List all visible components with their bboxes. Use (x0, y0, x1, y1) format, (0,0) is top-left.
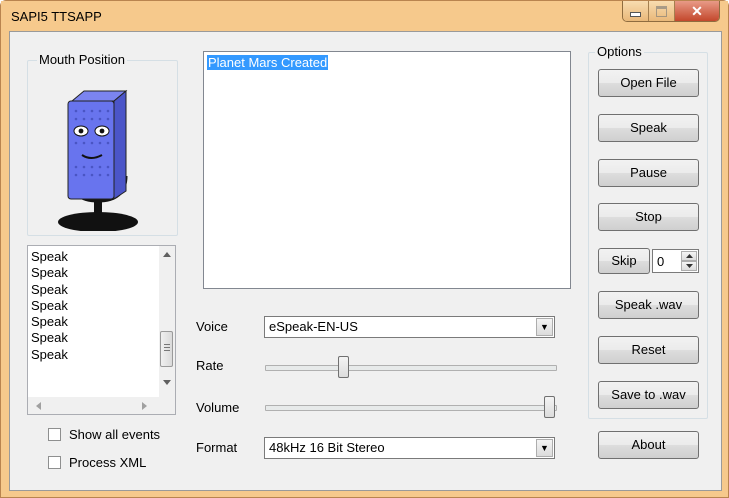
app-window: SAPI5 TTSAPP ✕ Mouth Position Speak Spea… (0, 0, 729, 498)
scroll-left-arrow-icon[interactable] (35, 402, 41, 410)
minimize-button[interactable] (623, 1, 649, 21)
show-all-events-checkbox[interactable] (48, 428, 61, 441)
spin-down-icon (686, 264, 693, 268)
voice-dropdown-arrow-icon[interactable]: ▼ (536, 318, 553, 336)
options-label: Options (595, 44, 644, 59)
open-file-button[interactable]: Open File (598, 69, 699, 97)
minimize-icon (630, 11, 641, 17)
speak-button[interactable]: Speak (598, 114, 699, 142)
process-xml-label[interactable]: Process XML (69, 455, 146, 470)
save-to-wav-button[interactable]: Save to .wav (598, 381, 699, 409)
volume-label: Volume (196, 400, 240, 415)
format-selected-value: 48kHz 16 Bit Stereo (269, 440, 385, 455)
format-dropdown[interactable]: 48kHz 16 Bit Stereo ▼ (264, 437, 555, 459)
close-button[interactable]: ✕ (675, 1, 719, 21)
reset-button[interactable]: Reset (598, 336, 699, 364)
scroll-corner (159, 397, 175, 414)
rate-slider-thumb[interactable] (337, 356, 349, 378)
selected-text: Planet Mars Created (207, 55, 329, 70)
list-item: Speak (31, 281, 68, 297)
list-item: Speak (31, 330, 68, 346)
text-input-area[interactable]: Planet Mars Created (203, 51, 571, 289)
events-vertical-scrollbar[interactable] (159, 246, 175, 397)
maximize-icon (656, 5, 667, 17)
volume-slider-track[interactable] (265, 405, 557, 411)
events-scroll-thumb[interactable] (160, 331, 173, 367)
list-item: Speak (31, 265, 68, 281)
list-item: Speak (31, 297, 68, 313)
scroll-down-arrow-icon[interactable] (163, 380, 171, 386)
skip-button[interactable]: Skip (598, 248, 650, 274)
rate-slider-track[interactable] (265, 365, 557, 371)
spin-up-icon (686, 254, 693, 258)
voice-label: Voice (196, 319, 228, 334)
voice-selected-value: eSpeak-EN-US (269, 319, 358, 334)
show-all-events-label[interactable]: Show all events (69, 427, 160, 442)
rate-label: Rate (196, 358, 224, 373)
mouth-animation-image (58, 89, 138, 231)
mouth-position-group: Mouth Position (27, 52, 178, 236)
pause-button[interactable]: Pause (598, 159, 699, 187)
voice-dropdown[interactable]: eSpeak-EN-US ▼ (264, 316, 555, 338)
maximize-button (649, 1, 675, 21)
events-horizontal-scrollbar[interactable] (28, 397, 159, 414)
skip-count-value: 0 (657, 254, 665, 269)
stop-button[interactable]: Stop (598, 203, 699, 231)
list-item: Speak (31, 346, 68, 362)
process-xml-checkbox[interactable] (48, 456, 61, 469)
scroll-up-arrow-icon[interactable] (163, 251, 171, 257)
scroll-right-arrow-icon[interactable] (142, 402, 148, 410)
title-bar[interactable]: SAPI5 TTSAPP ✕ (1, 1, 728, 31)
close-icon: ✕ (691, 2, 703, 19)
events-list-items: Speak Speak Speak Speak Speak Speak Spea… (28, 249, 159, 363)
skip-count-spinner[interactable]: 0 (652, 249, 699, 273)
speak-wav-button[interactable]: Speak .wav (598, 291, 699, 319)
window-title: SAPI5 TTSAPP (11, 9, 102, 24)
list-item: Speak (31, 249, 68, 264)
list-item: Speak (31, 314, 68, 330)
spin-up-button[interactable] (681, 251, 697, 261)
about-button[interactable]: About (598, 431, 699, 459)
volume-slider-thumb[interactable] (544, 396, 555, 418)
spin-down-button[interactable] (681, 261, 697, 271)
mouth-position-label: Mouth Position (37, 52, 127, 67)
window-controls: ✕ (622, 1, 720, 22)
events-list[interactable]: Speak Speak Speak Speak Speak Speak Spea… (27, 245, 176, 415)
format-dropdown-arrow-icon[interactable]: ▼ (536, 439, 553, 457)
client-area: Mouth Position Speak Speak Speak Speak S… (9, 31, 722, 491)
format-label: Format (196, 440, 238, 455)
